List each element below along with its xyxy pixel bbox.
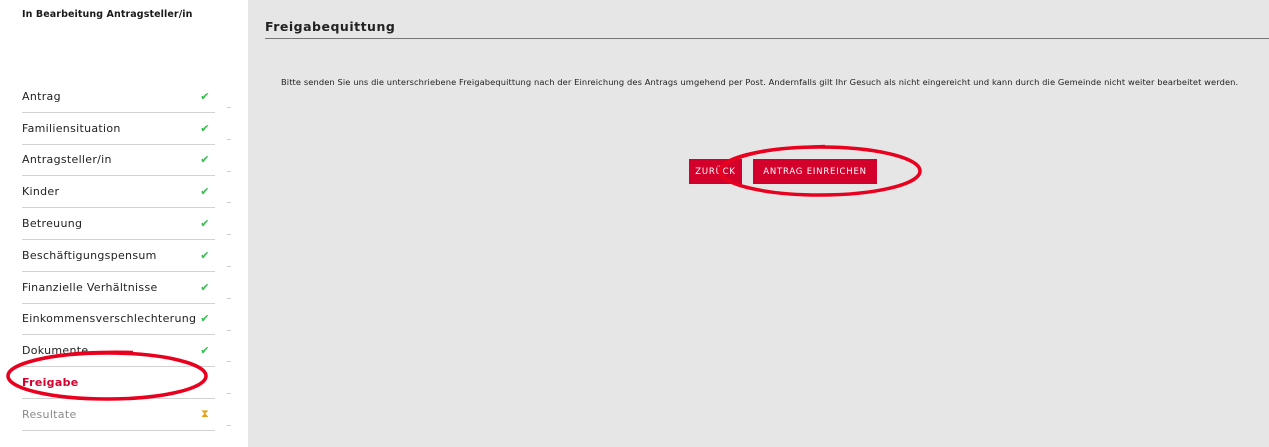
divider [227, 361, 231, 363]
divider [227, 265, 231, 267]
divider [227, 170, 231, 172]
check-icon: ✔ [200, 89, 210, 103]
page-title: Freigabequittung [265, 19, 396, 34]
divider [227, 138, 231, 140]
submit-application-button[interactable]: ANTRAG EINREICHEN [753, 159, 877, 184]
main-content: Freigabequittung Bitte senden Sie uns di… [248, 0, 1269, 447]
sidebar-item-einkommensverschlechterung[interactable]: Einkommensverschlechterung ✔ [22, 304, 231, 336]
sidebar-item-label: Kinder [22, 185, 60, 199]
sidebar-item-antrag[interactable]: Antrag ✔ [22, 81, 231, 113]
sidebar-item-label: Dokumente [22, 344, 89, 358]
divider [227, 329, 231, 331]
sidebar-item-label: Antrag [22, 89, 61, 103]
sidebar-item-antragsteller[interactable]: Antragsteller/in ✔ [22, 145, 231, 177]
sidebar-item-kinder[interactable]: Kinder ✔ [22, 176, 231, 209]
divider [227, 393, 231, 395]
sidebar-item-label: Einkommensverschlechterung [22, 312, 197, 326]
check-icon: ✔ [200, 344, 210, 358]
sidebar-item-label: Resultate [22, 407, 77, 421]
check-icon: ✔ [200, 185, 210, 199]
sidebar: Antrag ✔ Familiensituation ✔ Antragstell… [22, 81, 231, 431]
sidebar-item-label: Finanzielle Verhältnisse [22, 280, 158, 294]
sidebar-item-label: Antragsteller/in [22, 153, 112, 167]
sidebar-item-resultate: Resultate ⧗ [22, 399, 231, 431]
status-header: In Bearbeitung Antragsteller/in [22, 9, 193, 20]
check-icon: ✔ [200, 217, 210, 231]
divider [227, 107, 231, 108]
sidebar-item-finanzielle-verhaeltnisse[interactable]: Finanzielle Verhältnisse ✔ [22, 272, 231, 304]
sidebar-item-label: Familiensituation [22, 121, 121, 135]
check-icon: ✔ [200, 121, 210, 135]
divider [227, 424, 231, 426]
sidebar-item-label: Beschäftigungspensum [22, 248, 157, 262]
divider [227, 234, 231, 236]
check-icon: ✔ [200, 153, 210, 167]
sidebar-item-label: Betreuung [22, 217, 83, 231]
back-button[interactable]: ZURÜCK [689, 159, 742, 184]
instructions-text: Bitte senden Sie uns die unterschriebene… [281, 77, 1239, 87]
sidebar-item-dokumente[interactable]: Dokumente ✔ [22, 335, 231, 368]
sidebar-item-label: Freigabe [22, 376, 79, 390]
sidebar-item-betreuung[interactable]: Betreuung ✔ [22, 208, 231, 240]
sidebar-item-freigabe[interactable]: Freigabe [22, 367, 231, 399]
hourglass-icon: ⧗ [200, 407, 210, 421]
title-divider [265, 38, 1269, 39]
divider [227, 297, 231, 299]
check-icon: ✔ [200, 312, 210, 326]
sidebar-item-beschaeftigungspensum[interactable]: Beschäftigungspensum ✔ [22, 240, 231, 272]
divider [227, 202, 231, 204]
check-icon: ✔ [200, 280, 210, 294]
check-icon: ✔ [200, 248, 210, 262]
sidebar-item-familiensituation[interactable]: Familiensituation ✔ [22, 113, 231, 145]
